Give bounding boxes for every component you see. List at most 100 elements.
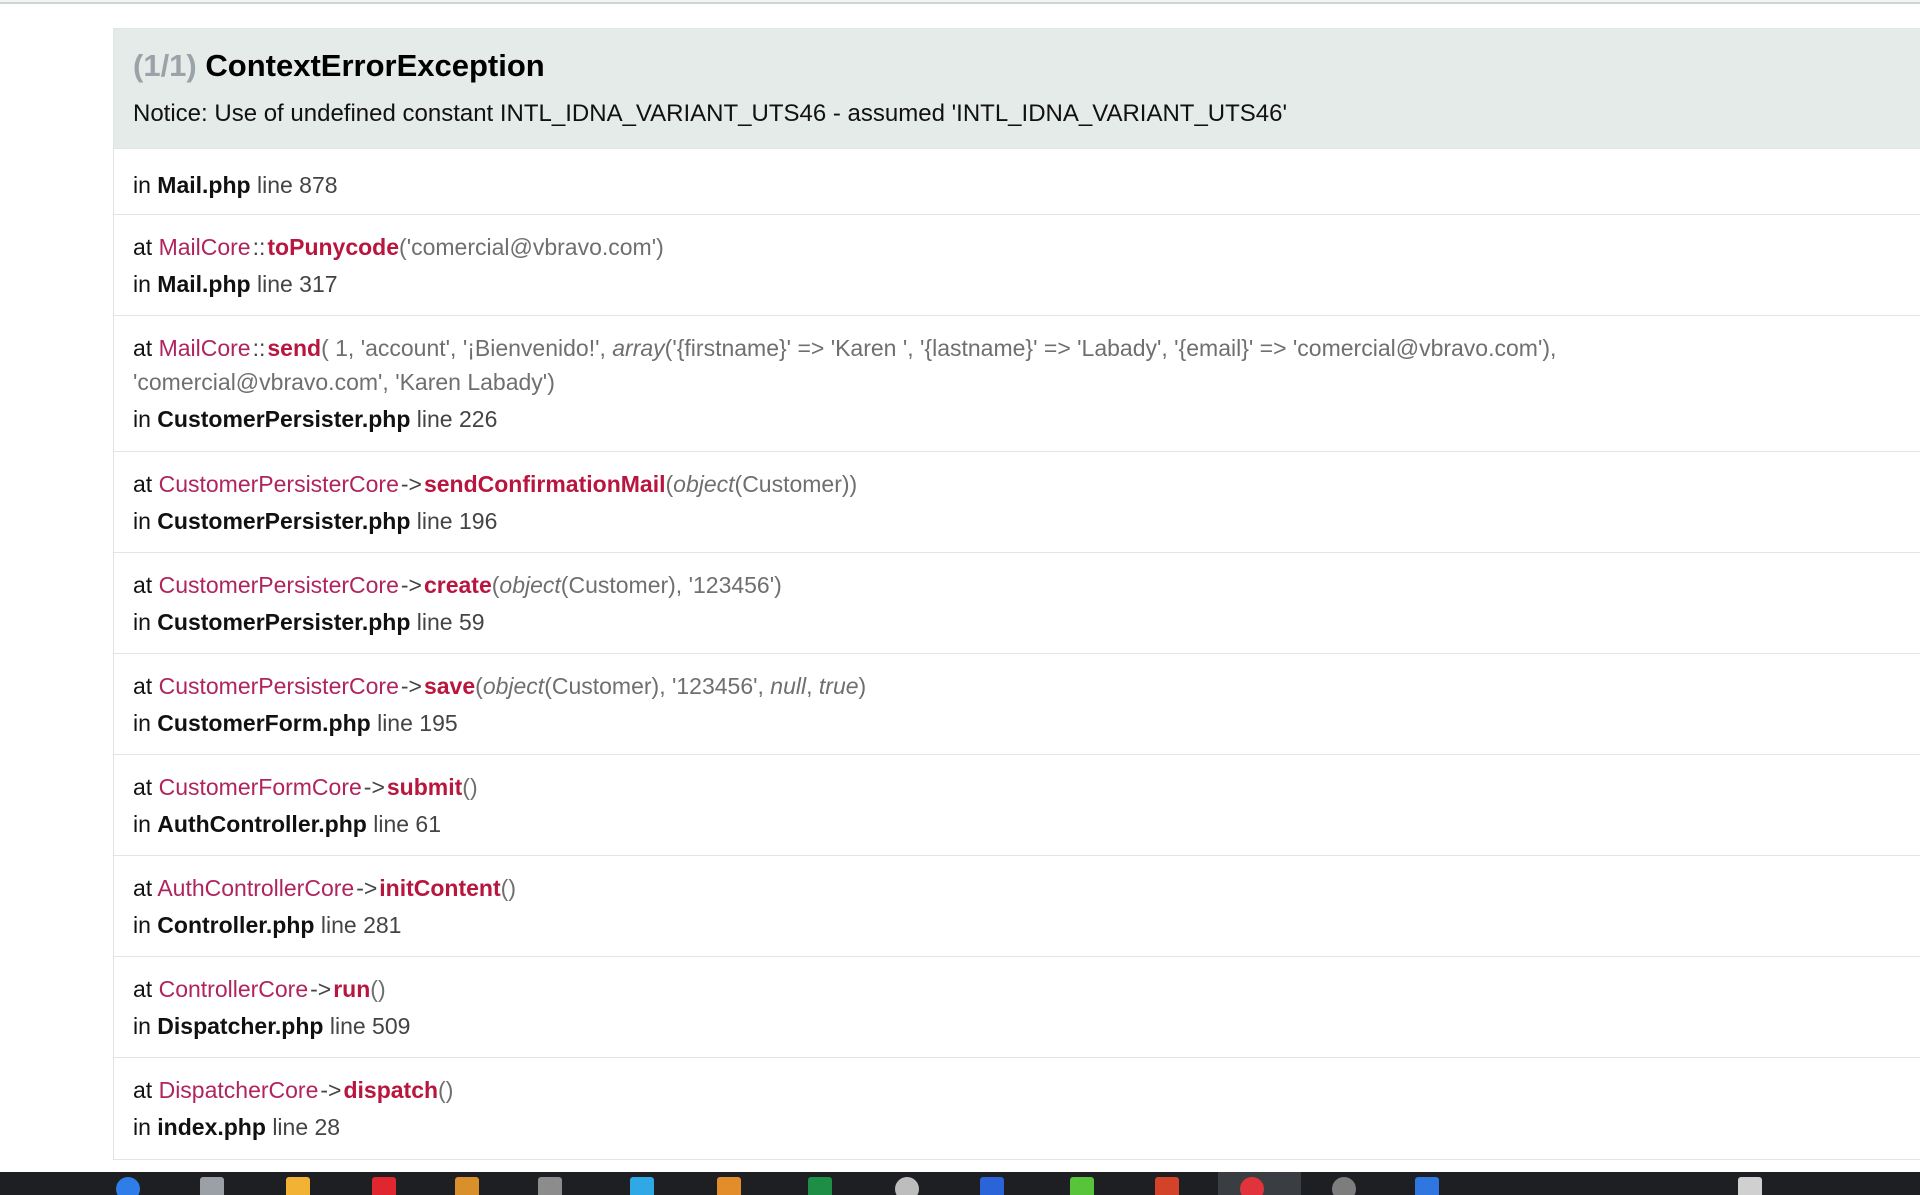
trace-call: at AuthControllerCore->initContent()	[133, 875, 516, 901]
trace-args: (Customer)	[734, 471, 850, 497]
trace-method: save	[423, 673, 476, 699]
trace-location: in AuthController.php line 61	[133, 811, 442, 837]
trace-class: AuthControllerCore	[157, 875, 355, 901]
exception-count: (1/1)	[133, 48, 197, 83]
trace-class: DispatcherCore	[158, 1077, 319, 1103]
trace-call: at CustomerPersisterCore->save(object(Cu…	[133, 673, 867, 699]
trace-call: at ControllerCore->run()	[133, 976, 386, 1002]
trace-method: submit	[386, 774, 463, 800]
trace-class: MailCore	[158, 335, 251, 361]
pen-icon[interactable]	[538, 1177, 562, 1195]
powerpoint-icon[interactable]	[1155, 1177, 1179, 1195]
trace-method: initContent	[379, 875, 501, 901]
trace-file: index.php	[157, 1114, 266, 1140]
trace-args: (Customer), '123456'	[560, 572, 775, 598]
trace-file: Mail.php	[157, 271, 251, 297]
trace-line-number: 226	[458, 406, 498, 432]
exception-message: Notice: Use of undefined constant INTL_I…	[133, 99, 1288, 127]
trace-class: CustomerPersisterCore	[158, 471, 399, 497]
trace-args: (Customer), '123456',	[544, 673, 771, 699]
green-app-icon[interactable]	[1070, 1177, 1094, 1195]
trace-location: in CustomerForm.php line 195	[133, 710, 458, 736]
trace-file: CustomerPersister.php	[157, 508, 411, 534]
trace-arg-keyword: null	[770, 673, 807, 699]
trace-method: run	[333, 976, 371, 1002]
exception-class: ContextErrorException	[205, 48, 545, 83]
trace-call: at CustomerFormCore->submit()	[133, 774, 478, 800]
trace-call: at MailCore::send( 1, 'account', '¡Bienv…	[133, 335, 1557, 395]
trace-args: 'comercial@vbravo.com'	[406, 234, 657, 260]
trace-row: at AuthControllerCore->initContent() in …	[114, 855, 1920, 956]
trace-line-number: 509	[372, 1013, 411, 1039]
taskbar	[0, 1172, 1920, 1195]
trace-location: in Mail.php line 317	[133, 271, 338, 297]
exception-title: (1/1) ContextErrorException	[133, 47, 1901, 86]
trace-method: create	[423, 572, 492, 598]
word-icon[interactable]	[980, 1177, 1004, 1195]
trace-method: dispatch	[343, 1077, 439, 1103]
trace-class: MailCore	[158, 234, 251, 260]
exception-panel: (1/1) ContextErrorException Notice: Use …	[113, 28, 1920, 1160]
trace-args: 'comercial@vbravo.com', 'Karen Labady'	[133, 369, 548, 395]
trace-file: CustomerForm.php	[157, 710, 371, 736]
trace-method: sendConfirmationMail	[423, 471, 666, 497]
trace-line-number: 61	[415, 811, 442, 837]
trace-method: toPunycode	[267, 234, 400, 260]
folder-icon[interactable]	[286, 1177, 310, 1195]
trace-line-number: 59	[458, 609, 485, 635]
trace-file: Dispatcher.php	[157, 1013, 324, 1039]
trace-file: CustomerPersister.php	[157, 406, 411, 432]
trace-row: at CustomerPersisterCore->sendConfirmati…	[114, 451, 1920, 552]
trace-class: ControllerCore	[158, 976, 309, 1002]
trace-line-number: 195	[419, 710, 458, 736]
app-icon[interactable]	[455, 1177, 479, 1195]
trace-file: CustomerPersister.php	[157, 609, 411, 635]
trace-arg-type: array	[612, 335, 665, 361]
trace-args: 1, 'account', '¡Bienvenido!',	[328, 335, 613, 361]
settings-icon[interactable]	[1332, 1177, 1356, 1195]
trace-file: AuthController.php	[157, 811, 367, 837]
trace-method: send	[267, 335, 322, 361]
trace-row: at MailCore::toPunycode('comercial@vbrav…	[114, 214, 1920, 315]
trace-line-number: 317	[299, 271, 338, 297]
trace-location: in CustomerPersister.php line 196	[133, 508, 498, 534]
browser-icon[interactable]	[116, 1177, 140, 1195]
trace-row: at MailCore::send( 1, 'account', '¡Bienv…	[114, 315, 1920, 451]
trace-call: at MailCore::toPunycode('comercial@vbrav…	[133, 234, 664, 260]
search-icon[interactable]	[200, 1177, 224, 1195]
trace-class: CustomerPersisterCore	[158, 673, 399, 699]
trace-call: at CustomerPersisterCore->sendConfirmati…	[133, 471, 858, 497]
trace-location: in Mail.php line 878	[133, 172, 338, 198]
trace-row: at CustomerPersisterCore->save(object(Cu…	[114, 653, 1920, 754]
blue-app-icon[interactable]	[1415, 1177, 1439, 1195]
trace-line-number: 878	[299, 172, 338, 198]
active-app-icon[interactable]	[1240, 1177, 1264, 1195]
top-divider	[0, 0, 1920, 4]
trace-row: at CustomerFormCore->submit() in AuthCon…	[114, 754, 1920, 855]
trace-arg-keyword: true	[818, 673, 859, 699]
trace-line-number: 28	[314, 1114, 341, 1140]
trace-location: in CustomerPersister.php line 226	[133, 406, 498, 432]
exception-header: (1/1) ContextErrorException Notice: Use …	[114, 29, 1920, 148]
window-icon[interactable]	[630, 1177, 654, 1195]
trace-args: ('{firstname}' => 'Karen ', '{lastname}'…	[664, 335, 1557, 361]
trace-file: Controller.php	[157, 912, 315, 938]
disc-icon[interactable]	[895, 1177, 919, 1195]
trace-location: in Controller.php line 281	[133, 912, 402, 938]
trace-arg-type: object	[482, 673, 545, 699]
trace-line-number: 281	[363, 912, 402, 938]
excel-icon[interactable]	[808, 1177, 832, 1195]
trace-arg-type: object	[673, 471, 735, 497]
tray-icon[interactable]	[1738, 1177, 1762, 1195]
trace-row: at ControllerCore->run() in Dispatcher.p…	[114, 956, 1920, 1057]
paint-icon[interactable]	[717, 1177, 741, 1195]
office-icon[interactable]	[372, 1177, 396, 1195]
trace-location: in CustomerPersister.php line 59	[133, 609, 485, 635]
trace-call: at DispatcherCore->dispatch()	[133, 1077, 454, 1103]
trace-location: in index.php line 28	[133, 1114, 341, 1140]
trace-file: Mail.php	[157, 172, 251, 198]
trace-class: CustomerPersisterCore	[158, 572, 399, 598]
trace-call: at CustomerPersisterCore->create(object(…	[133, 572, 782, 598]
trace-arg-type: object	[499, 572, 561, 598]
trace-location: in Dispatcher.php line 509	[133, 1013, 411, 1039]
